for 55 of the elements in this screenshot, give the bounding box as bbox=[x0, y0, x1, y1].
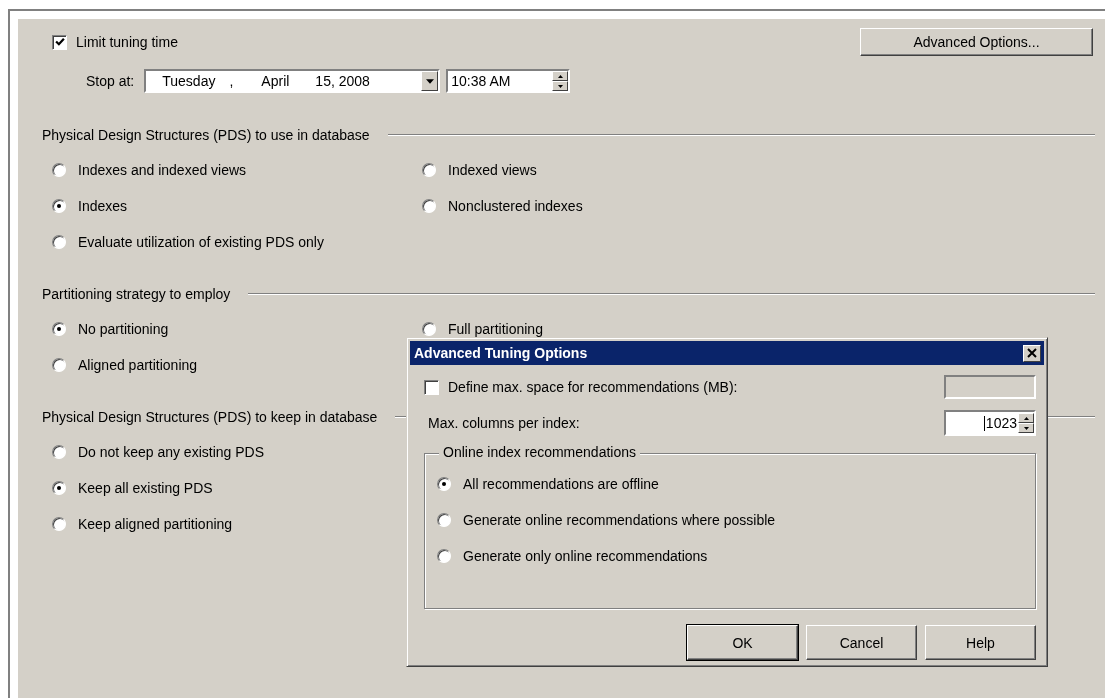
option-label: Evaluate utilization of existing PDS only bbox=[78, 234, 324, 250]
dialog-title: Advanced Tuning Options bbox=[414, 345, 588, 361]
radio-button[interactable] bbox=[52, 199, 66, 213]
radio-button[interactable] bbox=[437, 513, 451, 527]
checkbox[interactable] bbox=[52, 34, 67, 50]
radio-button[interactable] bbox=[52, 235, 66, 249]
dropdown-button[interactable] bbox=[421, 71, 439, 91]
weekday-text: Tuesday bbox=[162, 73, 216, 89]
radio-button[interactable] bbox=[52, 445, 66, 459]
field-label: Max. columns per index: bbox=[428, 415, 580, 431]
option-label: Nonclustered indexes bbox=[448, 198, 583, 214]
radio-button[interactable] bbox=[52, 358, 66, 372]
time-field[interactable]: 10:38 AM bbox=[446, 69, 571, 93]
option-label: Keep aligned partitioning bbox=[78, 516, 233, 532]
option-label: No partitioning bbox=[78, 321, 169, 337]
option-label: Generate only online recommendations bbox=[463, 548, 708, 564]
radio-button[interactable] bbox=[52, 517, 66, 531]
radio-button[interactable] bbox=[52, 481, 66, 495]
checkbox-label: Define max. space for recommendations (MB): bbox=[448, 379, 738, 395]
close-icon[interactable] bbox=[1023, 344, 1041, 362]
stop-at-label: Stop at: bbox=[86, 73, 135, 89]
section-heading: Physical Design Structures (PDS) to keep in database bbox=[42, 409, 378, 425]
dialog-button[interactable]: Cancel bbox=[806, 625, 917, 660]
option-label: Generate online recommendations where possible bbox=[463, 512, 776, 528]
section-heading: Physical Design Structures (PDS) to use in database bbox=[42, 127, 370, 143]
radio-button[interactable] bbox=[422, 163, 436, 177]
date-picker[interactable]: Tuesday , April 15, 2008 bbox=[144, 69, 441, 93]
radio-button[interactable] bbox=[52, 322, 66, 336]
date-separator: , bbox=[229, 73, 234, 89]
option-label: Full partitioning bbox=[448, 321, 543, 337]
option-label: Do not keep any existing PDS bbox=[78, 444, 264, 460]
dialog-button[interactable]: OK bbox=[687, 625, 798, 660]
section-heading: Partitioning strategy to employ bbox=[42, 286, 231, 302]
number-spinner[interactable]: 1023 bbox=[944, 410, 1036, 436]
option-label: Indexes and indexed views bbox=[78, 162, 247, 178]
radio-button[interactable] bbox=[422, 199, 436, 213]
option-label: Keep all existing PDS bbox=[78, 480, 213, 496]
caret-icon bbox=[425, 78, 434, 84]
radio-button[interactable] bbox=[52, 163, 66, 177]
radio-button[interactable] bbox=[422, 322, 436, 336]
radio-button[interactable] bbox=[437, 477, 451, 491]
space-field[interactable] bbox=[944, 375, 1036, 399]
month-text: April bbox=[261, 73, 290, 89]
option-label: Aligned partitioning bbox=[78, 357, 198, 373]
group-title: Online index recommendations bbox=[439, 444, 640, 460]
day-year-text: 15, 2008 bbox=[315, 73, 370, 89]
dialog-button[interactable]: Help bbox=[925, 625, 1036, 660]
option-label: Indexed views bbox=[448, 162, 537, 178]
option-label: All recommendations are offline bbox=[463, 476, 659, 492]
checkbox[interactable] bbox=[424, 379, 439, 395]
option-label: Indexes bbox=[78, 198, 128, 214]
radio-button[interactable] bbox=[437, 549, 451, 563]
checkbox-label: Limit tuning time bbox=[76, 34, 178, 50]
spinner-icon[interactable] bbox=[552, 71, 569, 91]
advanced-options-button[interactable]: Advanced Options... bbox=[860, 28, 1093, 56]
